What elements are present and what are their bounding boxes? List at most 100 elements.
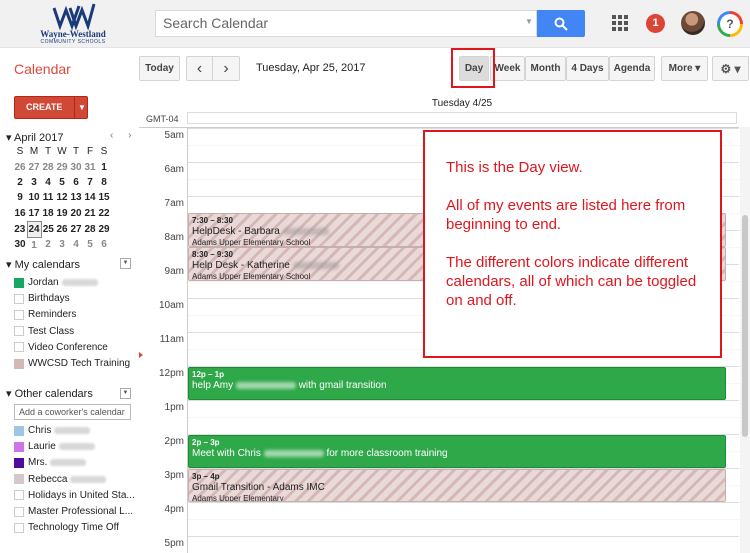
more-button[interactable]: More ▾ [661,56,708,81]
mini-calendar-day[interactable]: 30 [13,237,27,253]
grid-scrollbar-thumb[interactable] [742,215,748,437]
mini-calendar-day[interactable]: 2 [13,175,27,190]
hour-row[interactable]: 1pm [139,400,739,434]
mini-calendar-day[interactable]: 21 [83,206,97,222]
mini-calendar-day[interactable]: 1 [27,237,41,253]
help-icon[interactable]: ? [717,11,743,37]
calendar-color-swatch[interactable] [14,522,24,533]
hour-row[interactable]: 5pm [139,536,739,553]
add-coworker-calendar-input[interactable]: Add a coworker's calendar [14,404,131,420]
mini-calendar-day[interactable]: 6 [69,175,83,190]
user-avatar[interactable] [681,11,705,35]
mini-calendar-day[interactable]: 27 [27,159,41,174]
mini-calendar-day[interactable]: 5 [83,237,97,253]
all-day-row[interactable] [187,112,737,124]
calendar-list-item[interactable]: Rebecca [14,473,107,486]
calendar-color-swatch[interactable] [14,358,24,369]
settings-button[interactable]: ⚙ ▾ [712,56,749,81]
search-input[interactable]: Search Calendar [155,10,537,37]
mini-calendar-day[interactable]: 28 [83,221,97,237]
calendar-color-swatch[interactable] [14,309,24,320]
agenda-view-button[interactable]: Agenda [609,56,655,81]
mini-calendar-day[interactable]: 25 [41,221,55,237]
mini-calendar-day[interactable]: 15 [97,190,111,205]
my-calendars-heading[interactable]: ▾ My calendars [6,258,80,271]
calendar-color-swatch[interactable] [14,441,24,452]
other-calendars-menu-icon[interactable]: ▼ [120,388,131,399]
mini-calendar-day[interactable]: 10 [27,190,41,205]
mini-calendar-day[interactable]: 5 [55,175,69,190]
calendar-color-swatch[interactable] [14,474,24,485]
mini-calendar-day[interactable]: 12 [55,190,69,205]
mini-calendar-day[interactable]: 27 [69,221,83,237]
calendar-color-swatch[interactable] [14,506,24,517]
event-card[interactable]: 3p – 4p Gmail Transition - Adams IMC Ada… [188,469,726,502]
calendar-list-item[interactable]: Video Conference [14,341,108,354]
mini-calendar-day[interactable]: 23 [13,221,27,237]
calendar-list-item[interactable]: Chris [14,424,91,437]
mini-calendar-day[interactable]: 26 [55,221,69,237]
mini-calendar-day[interactable]: 29 [55,159,69,174]
mini-calendar-nav[interactable]: ‹ › [110,130,137,141]
apps-grid-icon[interactable] [612,15,628,31]
calendar-color-swatch[interactable] [14,293,24,304]
other-calendars-heading[interactable]: ▾ Other calendars [6,387,93,400]
mini-calendar-day[interactable]: 14 [83,190,97,205]
prev-period-button[interactable]: ‹ [186,56,213,81]
create-button[interactable]: CREATE ▼ [14,96,88,119]
mini-calendar-day[interactable]: 11 [41,190,55,205]
mini-calendar-day[interactable]: 28 [41,159,55,174]
calendar-list-item[interactable]: WWCSD Tech Training [14,357,130,370]
week-view-button[interactable]: Week [490,56,525,81]
day-column-header[interactable]: Tuesday 4/25 [187,98,737,109]
mini-calendar-day[interactable]: 22 [97,206,111,222]
mini-calendar-day[interactable]: 3 [55,237,69,253]
mini-calendar-day[interactable]: 7 [83,175,97,190]
mini-calendar-day[interactable]: 19 [55,206,69,222]
calendar-list-item[interactable]: Mrs. [14,456,87,469]
month-view-button[interactable]: Month [525,56,566,81]
calendar-list-item[interactable]: Master Professional L... [14,505,133,518]
mini-calendar-day[interactable]: 24 [26,220,42,238]
mini-calendar-day[interactable]: 3 [27,175,41,190]
mini-calendar-day[interactable]: 30 [69,159,83,174]
mini-calendar-day[interactable]: 20 [69,206,83,222]
calendar-list-item[interactable]: Reminders [14,308,76,321]
calendar-color-swatch[interactable] [14,277,24,288]
event-card[interactable]: 2p – 3p Meet with Chris for more classro… [188,435,726,468]
mini-calendar-day[interactable]: 9 [13,190,27,205]
mini-calendar-day[interactable]: 1 [97,159,111,174]
four-days-view-button[interactable]: 4 Days [566,56,609,81]
mini-calendar-day[interactable]: 6 [97,237,111,253]
mini-calendar-day[interactable]: 2 [41,237,55,253]
calendar-list-item[interactable]: Birthdays [14,292,70,305]
mini-calendar-day[interactable]: 26 [13,159,27,174]
my-calendars-menu-icon[interactable]: ▼ [120,258,131,269]
mini-calendar-day[interactable]: 8 [97,175,111,190]
mini-calendar-day[interactable]: 31 [83,159,97,174]
mini-calendar-day[interactable]: 29 [97,221,111,237]
mini-calendar-day[interactable]: 4 [69,237,83,253]
mini-calendar-day[interactable]: 4 [41,175,55,190]
calendar-list-item[interactable]: Technology Time Off [14,521,119,534]
mini-calendar-day[interactable]: 18 [41,206,55,222]
calendar-color-swatch[interactable] [14,342,24,353]
calendar-color-swatch[interactable] [14,457,24,468]
hour-row[interactable]: 4pm [139,502,739,536]
calendar-color-swatch[interactable] [14,425,24,436]
mini-calendar-day[interactable]: 13 [69,190,83,205]
chevron-down-icon[interactable]: ▼ [78,103,86,112]
mini-calendar-title[interactable]: ▾ April 2017 [6,131,64,144]
mini-calendar-day[interactable]: 16 [13,206,27,222]
calendar-list-item[interactable]: Jordan [14,276,98,289]
next-period-button[interactable]: › [213,56,240,81]
school-logo[interactable]: Wayne-Westland COMMUNITY SCHOOLS [34,2,112,46]
calendar-color-swatch[interactable] [14,490,24,501]
calendar-list-item[interactable]: Test Class [14,325,74,338]
calendar-color-swatch[interactable] [14,326,24,337]
notification-badge[interactable]: 1 [646,14,665,33]
calendar-list-item[interactable]: Holidays in United Sta... [14,489,135,502]
mini-calendar-day[interactable]: 17 [27,206,41,222]
event-card[interactable]: 12p – 1p help Amy with gmail transition [188,367,726,400]
search-options-caret-icon[interactable]: ▼ [525,17,533,26]
